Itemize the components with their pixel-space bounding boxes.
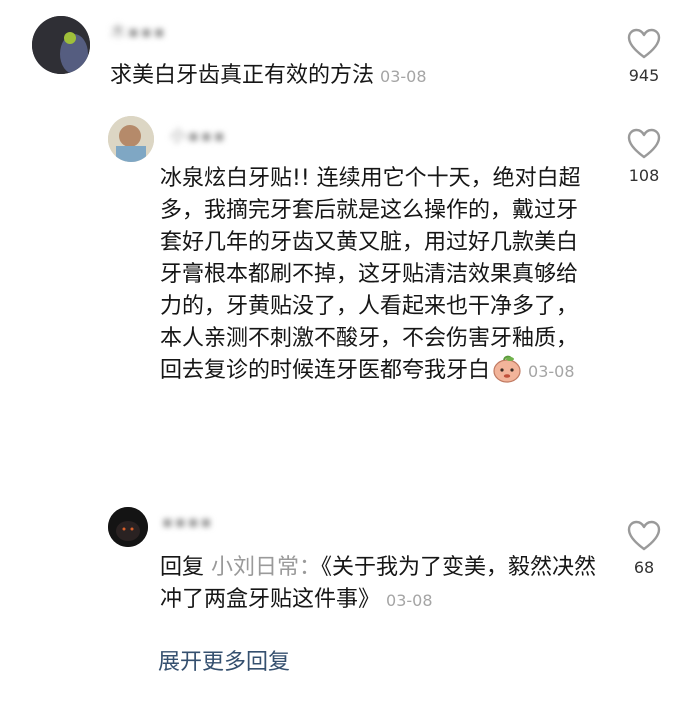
- like-count: 68: [633, 558, 655, 577]
- reply-text: 冰泉炫白牙贴!! 连续用它个十天，绝对白超多，我摘完牙套后就是这么操作的，戴过牙…: [160, 163, 590, 393]
- like-button[interactable]: 108: [614, 128, 674, 185]
- like-count: 945: [628, 66, 660, 85]
- peach-face-emoji-icon: [492, 355, 522, 393]
- reply-body: 冰泉炫白牙贴!! 连续用它个十天，绝对白超多，我摘完牙套后就是这么操作的，戴过牙…: [160, 166, 581, 383]
- reply-avatar[interactable]: [108, 507, 148, 547]
- like-button[interactable]: 945: [614, 28, 674, 85]
- reply-date: 03-08: [386, 591, 433, 610]
- reply-label: 回复: [160, 555, 205, 580]
- heart-outline-icon: [627, 520, 661, 551]
- commenter-username[interactable]: 木▪▪▪: [110, 18, 167, 42]
- heart-outline-icon: [627, 128, 661, 159]
- reply-to-username[interactable]: 小刘日常：: [211, 555, 321, 580]
- comment-date: 03-08: [380, 67, 427, 86]
- heart-outline-icon: [627, 28, 661, 59]
- comment-body: 求美白牙齿真正有效的方法: [110, 63, 375, 88]
- reply-text: 回复 小刘日常：《关于我为了变美，毅然决然冲了两盒牙贴这件事》 03-08: [160, 552, 600, 617]
- expand-more-replies-link[interactable]: 展开更多回复: [158, 644, 290, 676]
- reply-username[interactable]: ▪▪▪▪: [162, 512, 213, 531]
- like-count: 108: [628, 166, 660, 185]
- reply-date: 03-08: [528, 362, 575, 381]
- reply-username[interactable]: 小▪▪▪: [170, 122, 227, 146]
- commenter-avatar[interactable]: [32, 16, 90, 74]
- reply-avatar[interactable]: [108, 116, 154, 162]
- comment-text: 求美白牙齿真正有效的方法 03-08: [110, 60, 427, 93]
- like-button[interactable]: 68: [614, 520, 674, 577]
